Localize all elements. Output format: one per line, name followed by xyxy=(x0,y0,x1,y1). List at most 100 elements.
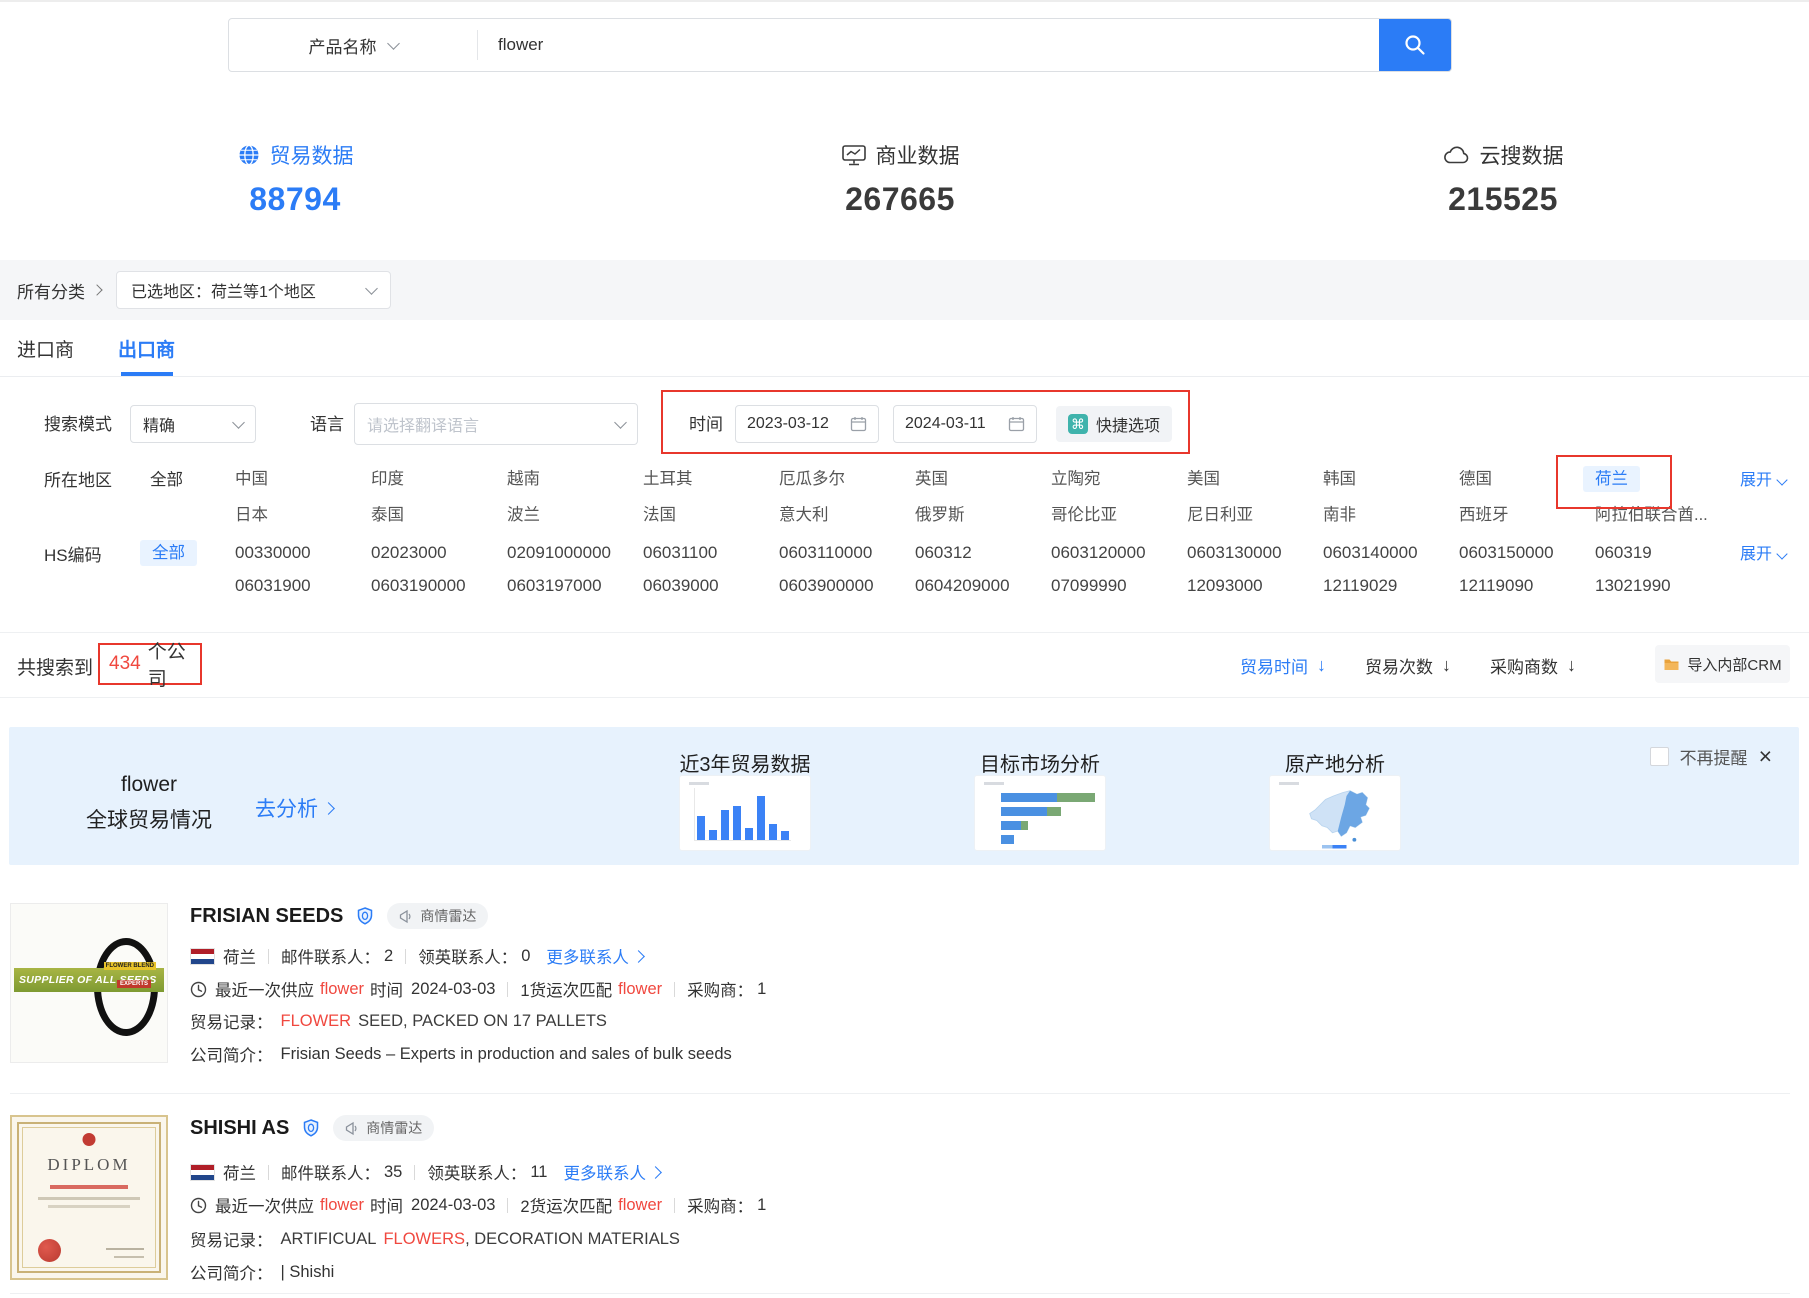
region-option[interactable]: 韩国 xyxy=(1323,469,1459,492)
region-option[interactable]: 法国 xyxy=(643,505,779,525)
selected-region-select[interactable]: 已选地区：荷兰等1个地区 xyxy=(116,271,391,309)
go-analyze-link[interactable]: 去分析 xyxy=(255,793,333,823)
search-mode-value: 精确 xyxy=(143,412,175,436)
hs-code-option[interactable]: 06031100 xyxy=(643,543,779,563)
chevron-down-icon xyxy=(365,282,378,295)
sort-trade-count[interactable]: 贸易次数 ↓ xyxy=(1365,653,1451,678)
hs-code-option[interactable]: 0603120000 xyxy=(1051,543,1187,563)
region-option[interactable]: 阿拉伯联合酋... xyxy=(1595,505,1731,525)
region-option[interactable]: 德国 xyxy=(1459,469,1595,492)
date-to-input[interactable]: 2024-03-11 xyxy=(893,405,1037,443)
region-option[interactable]: 英国 xyxy=(915,469,1051,492)
hs-code-option[interactable]: 13021990 xyxy=(1595,576,1731,596)
search-mode-select[interactable]: 精确 xyxy=(130,405,256,443)
region-option[interactable]: 西班牙 xyxy=(1459,505,1595,525)
language-label: 语言 xyxy=(310,415,344,435)
hs-code-option[interactable]: 0603190000 xyxy=(371,576,507,596)
hs-code-option[interactable]: 00330000 xyxy=(235,543,371,563)
close-icon[interactable]: × xyxy=(1759,745,1772,768)
region-option-netherlands[interactable]: 荷兰 xyxy=(1583,466,1640,492)
region-option[interactable]: 厄瓜多尔 xyxy=(779,469,915,492)
monitor-chart-icon xyxy=(841,143,867,167)
linkedin-contacts-count: 11 xyxy=(530,1163,547,1182)
hs-code-option[interactable]: 0604209000 xyxy=(915,576,1051,596)
company-name[interactable]: FRISIAN SEEDS xyxy=(190,905,343,928)
email-contacts-label: 邮件联系人： xyxy=(281,944,380,968)
hs-code-option[interactable]: 06031900 xyxy=(235,576,371,596)
region-option[interactable]: 立陶宛 xyxy=(1051,469,1187,492)
quick-options-button[interactable]: ⌘ 快捷选项 xyxy=(1056,406,1172,442)
stat-trade-data[interactable]: 贸易数据 88794 xyxy=(165,140,425,218)
hs-code-option[interactable]: 06039000 xyxy=(643,576,779,596)
search-input[interactable] xyxy=(478,19,1379,71)
radar-badge[interactable]: 商情雷达 xyxy=(333,1115,434,1141)
region-option[interactable]: 越南 xyxy=(507,469,643,492)
sort-trade-time[interactable]: 贸易时间 ↓ xyxy=(1240,653,1326,678)
region-option[interactable]: 日本 xyxy=(235,505,371,525)
region-option[interactable]: 美国 xyxy=(1187,469,1323,492)
trade-data-search-page: 产品名称 贸易数据 88794 xyxy=(0,0,1809,1298)
region-option[interactable]: 哥伦比亚 xyxy=(1051,505,1187,525)
hs-all-option[interactable]: 全部 xyxy=(140,540,197,566)
stat-business-data[interactable]: 商业数据 267665 xyxy=(770,140,1030,218)
hs-code-option[interactable]: 060319 xyxy=(1595,543,1731,563)
hs-code-option[interactable]: 0603900000 xyxy=(779,576,915,596)
company-logo[interactable]: SUPPLIER OF ALL SEEDS FLOWER BLEND EXPER… xyxy=(10,903,168,1063)
chevron-right-icon xyxy=(632,950,645,963)
trade-record-label: 贸易记录： xyxy=(190,1227,273,1251)
more-contacts-link[interactable]: 更多联系人 xyxy=(546,944,643,968)
hs-code-option[interactable]: 0603150000 xyxy=(1459,543,1595,563)
hs-code-option[interactable]: 07099990 xyxy=(1051,576,1187,596)
region-option[interactable]: 波兰 xyxy=(507,505,643,525)
region-option[interactable]: 土耳其 xyxy=(643,469,779,492)
hs-code-option[interactable]: 12119029 xyxy=(1323,576,1459,596)
more-contacts-label: 更多联系人 xyxy=(546,944,629,968)
breadcrumb[interactable]: 所有分类 xyxy=(17,278,101,303)
search-button[interactable] xyxy=(1379,19,1451,71)
region-option[interactable]: 南非 xyxy=(1323,505,1459,525)
clock-icon xyxy=(190,1197,207,1214)
import-crm-button[interactable]: 导入内部CRM xyxy=(1655,645,1790,683)
region-option[interactable]: 尼日利亚 xyxy=(1187,505,1323,525)
more-contacts-link[interactable]: 更多联系人 xyxy=(564,1160,661,1184)
hs-code-option[interactable]: 0603140000 xyxy=(1323,543,1459,563)
region-all-option[interactable]: 全部 xyxy=(150,470,183,490)
sort-buyer-count[interactable]: 采购商数 ↓ xyxy=(1490,653,1576,678)
tab-exporter[interactable]: 出口商 xyxy=(118,320,175,376)
region-option[interactable]: 俄罗斯 xyxy=(915,505,1051,525)
tab-importer[interactable]: 进口商 xyxy=(17,320,74,376)
search-category-select[interactable]: 产品名称 xyxy=(229,19,477,71)
hs-code-option[interactable]: 0603197000 xyxy=(507,576,643,596)
region-option[interactable]: 印度 xyxy=(371,469,507,492)
region-option[interactable]: 泰国 xyxy=(371,505,507,525)
all-categories-label: 所有分类 xyxy=(17,278,85,303)
company-logo[interactable]: DIPLOM xyxy=(10,1115,168,1280)
language-select[interactable]: 请选择翻译语言 xyxy=(354,403,638,445)
hs-code-option[interactable]: 0603130000 xyxy=(1187,543,1323,563)
hbar-row xyxy=(1001,793,1095,802)
dont-remind-checkbox[interactable] xyxy=(1650,747,1669,766)
radar-badge[interactable]: 商情雷达 xyxy=(387,903,488,929)
linkedin-contacts-count: 0 xyxy=(521,947,530,966)
origin-map-thumbnail[interactable] xyxy=(1269,775,1401,851)
banner-keyword: flower xyxy=(39,773,259,797)
hs-code-option[interactable]: 0603110000 xyxy=(779,543,915,563)
import-crm-label: 导入内部CRM xyxy=(1687,654,1781,675)
region-option[interactable]: 中国 xyxy=(235,469,371,492)
hs-code-option[interactable]: 12093000 xyxy=(1187,576,1323,596)
date-from-input[interactable]: 2023-03-12 xyxy=(735,405,879,443)
region-option[interactable]: 意大利 xyxy=(779,505,915,525)
hs-code-option[interactable]: 02091000000 xyxy=(507,543,643,563)
trade-trend-chart-thumbnail[interactable] xyxy=(679,775,811,851)
target-market-chart-thumbnail[interactable] xyxy=(974,775,1106,851)
stat-cloud-data[interactable]: 云搜数据 215525 xyxy=(1373,140,1633,218)
category-bar: 所有分类 已选地区：荷兰等1个地区 xyxy=(0,260,1809,320)
region-option-selected[interactable]: 荷兰 xyxy=(1595,469,1731,492)
hs-code-option[interactable]: 02023000 xyxy=(371,543,507,563)
region-expand-link[interactable]: 展开 xyxy=(1740,471,1786,491)
hs-code-option[interactable]: 060312 xyxy=(915,543,1051,563)
company-name[interactable]: SHISHI AS xyxy=(190,1117,289,1140)
hs-code-option[interactable]: 12119090 xyxy=(1459,576,1595,596)
hs-expand-link[interactable]: 展开 xyxy=(1740,545,1786,565)
arrow-down-icon: ↓ xyxy=(1442,655,1451,676)
